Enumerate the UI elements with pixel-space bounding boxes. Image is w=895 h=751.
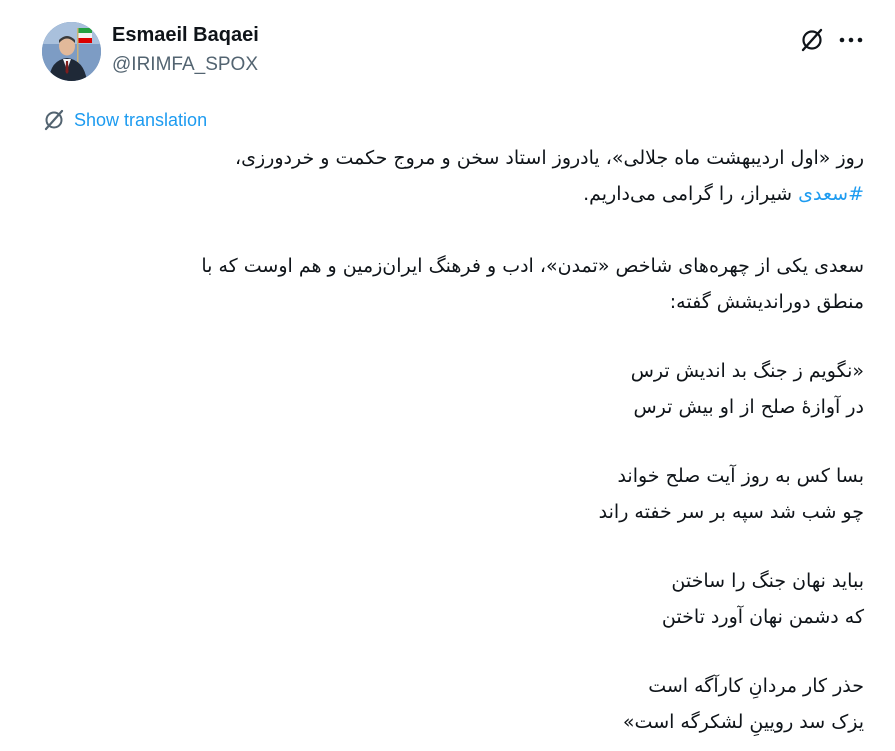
tweet-line: سعدی یکی از چهره‌های شاخص «تمدن»، ادب و … [201,255,864,277]
show-translation-label: Show translation [74,109,208,130]
author-avatar[interactable] [42,22,101,81]
poem-line: که دشمن نهان آورد تاختن [661,606,864,628]
author-name[interactable]: Esmaeil Baqaei [112,24,259,47]
profile-photo-icon [42,22,101,81]
tweet-line-text: شیراز، را گرامی می‌داریم. [583,183,799,205]
tweet-line: روز «اول اردیبهشت ماه جلالی»، یادروز است… [234,147,864,169]
poem-line: در آوازۀ صلح از او بیش ترس [633,396,864,418]
poem-line: بباید نهان جنگ را ساختن [671,570,864,592]
more-options-button[interactable] [836,26,866,54]
poem-line: چو شب شد سپه بر سر خفته راند [598,501,864,523]
grok-icon [44,109,64,131]
hashtag-link[interactable]: #سعدی [798,183,864,205]
poem-line: «نگویم ز جنگ بد اندیش ترس [630,360,864,382]
show-translation-link[interactable]: Show translation [42,108,207,132]
poem-line: حذر کار مردانِ کارآگه است [648,675,864,697]
grok-button[interactable] [798,26,826,54]
tweet-text: روز «اول اردیبهشت ماه جلالی»، یادروز است… [40,140,864,740]
tweet: Esmaeil Baqaei @IRIMFA_SPOX Show transla… [0,0,895,751]
author-handle[interactable]: @IRIMFA_SPOX [112,54,258,76]
poem-line: یزک سد رویینِ لشکرگه است» [622,711,864,733]
tweet-line: منطق دوراندیشش گفته: [669,291,864,313]
tweet-line: #سعدی شیراز، را گرامی می‌داریم. [40,176,864,212]
grok-icon [801,28,823,52]
poem-line: بسا کس به روز آیت صلح خواند [617,465,864,487]
more-options-icon [839,37,863,43]
